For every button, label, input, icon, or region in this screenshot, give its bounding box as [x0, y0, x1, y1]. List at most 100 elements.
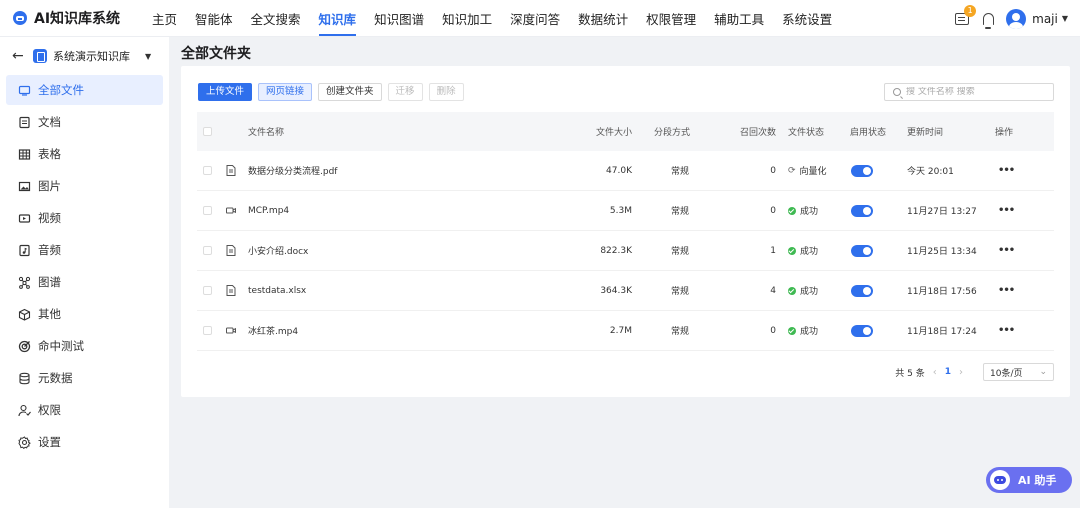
file-name[interactable]: MCP.mp4 — [248, 191, 289, 230]
vectorizing-icon: ⟳ — [788, 165, 796, 176]
next-page-icon[interactable]: › — [959, 367, 963, 378]
pagination: 共 5 条 ‹ 1 › 10条/页 ⌄ — [895, 363, 1054, 381]
video-icon — [18, 212, 31, 225]
table-row[interactable]: 小安介绍.docx 822.3K 常规 1 成功 11月25日 13:34 ••• — [197, 231, 1054, 271]
file-name[interactable]: 小安介绍.docx — [248, 231, 308, 270]
enable-toggle[interactable] — [851, 164, 873, 177]
more-actions-icon[interactable]: ••• — [998, 191, 1015, 230]
robot-logo-icon — [13, 11, 27, 25]
ai-assistant-button[interactable]: AI 助手 — [986, 467, 1072, 493]
split-mode: 常规 — [671, 247, 690, 257]
nav-item-2[interactable]: 全文搜索 — [242, 0, 310, 37]
recall-count: 0 — [770, 205, 776, 216]
col-name[interactable]: 文件名称 — [248, 112, 284, 151]
updated-time: 11月25日 13:34 — [907, 247, 977, 257]
sidebar-item-1[interactable]: 文档 — [6, 107, 163, 137]
search-box[interactable] — [884, 83, 1054, 101]
sidebar-item-7[interactable]: 其他 — [6, 299, 163, 329]
web-link-button[interactable]: 网页链接 — [258, 83, 313, 101]
row-checkbox[interactable] — [203, 286, 212, 295]
select-all-checkbox[interactable] — [203, 127, 212, 136]
move-button[interactable]: 迁移 — [387, 83, 423, 101]
more-actions-icon[interactable]: ••• — [998, 151, 1015, 190]
more-actions-icon[interactable]: ••• — [998, 271, 1015, 310]
nav-item-9[interactable]: 辅助工具 — [705, 0, 773, 37]
header-actions: 1 maji ▼ — [955, 0, 1068, 37]
more-actions-icon[interactable]: ••• — [998, 311, 1015, 350]
document-icon — [226, 231, 236, 270]
document-icon — [18, 116, 31, 129]
table-row[interactable]: 冰红茶.mp4 2.7M 常规 0 成功 11月18日 17:24 ••• — [197, 311, 1054, 351]
message-icon[interactable]: 1 — [955, 4, 977, 25]
success-icon — [788, 246, 796, 255]
sidebar-item-label: 全部文件 — [38, 83, 84, 97]
nav-item-1[interactable]: 智能体 — [186, 0, 242, 37]
username[interactable]: maji — [1032, 12, 1058, 26]
current-page[interactable]: 1 — [945, 367, 951, 377]
user-menu-caret-icon[interactable]: ▼ — [1062, 14, 1068, 23]
nav-item-6[interactable]: 深度问答 — [501, 0, 569, 37]
sidebar-item-0[interactable]: 全部文件 — [6, 75, 163, 105]
sidebar-item-label: 视频 — [38, 211, 61, 225]
recall-count: 4 — [770, 285, 776, 296]
sidebar-item-11[interactable]: 设置 — [6, 427, 163, 457]
knowledge-base-icon — [33, 49, 47, 63]
recall-count: 1 — [770, 245, 776, 256]
col-recall[interactable]: 召回次数 — [717, 112, 776, 151]
app-logo[interactable]: AI知识库系统 — [13, 8, 143, 28]
sidebar-item-8[interactable]: 命中测试 — [6, 331, 163, 361]
table-row[interactable]: testdata.xlsx 364.3K 常规 4 成功 11月18日 17:56 ••• — [197, 271, 1054, 311]
file-status: 成功 — [788, 311, 818, 350]
gear-icon — [18, 435, 31, 449]
row-checkbox[interactable] — [203, 206, 212, 215]
sidebar-item-5[interactable]: 音频 — [6, 235, 163, 265]
search-input[interactable] — [906, 87, 1046, 97]
nav-item-4[interactable]: 知识图谱 — [365, 0, 433, 37]
enable-toggle[interactable] — [851, 244, 873, 257]
sidebar-item-10[interactable]: 权限 — [6, 395, 163, 425]
col-updated[interactable]: 更新时间 — [907, 112, 943, 151]
table-row[interactable]: MCP.mp4 5.3M 常规 0 成功 11月27日 13:27 ••• — [197, 191, 1054, 231]
nav-item-8[interactable]: 权限管理 — [637, 0, 705, 37]
chevron-down-icon[interactable]: ▼ — [145, 52, 151, 61]
nav-item-7[interactable]: 数据统计 — [569, 0, 637, 37]
nav-item-10[interactable]: 系统设置 — [773, 0, 841, 37]
sidebar-item-2[interactable]: 表格 — [6, 139, 163, 169]
sidebar-menu: 全部文件文档 表格图片视频音频 图谱 其他 命中测试 元数据 权限 设置 — [0, 75, 169, 457]
table-row[interactable]: 数据分级分类流程.pdf 47.0K 常规 0 ⟳ 向量化 今天 20:01 ••• — [197, 151, 1054, 191]
sidebar-item-6[interactable]: 图谱 — [6, 267, 163, 297]
file-size: 47.0K — [606, 165, 632, 176]
nav-item-0[interactable]: 主页 — [143, 0, 186, 37]
file-table: 文件名称 文件大小 分段方式 召回次数 文件状态 启用状态 更新时间 操作 数据… — [197, 112, 1054, 351]
enable-toggle[interactable] — [851, 284, 873, 297]
file-status: 成功 — [788, 191, 818, 230]
sidebar-item-4[interactable]: 视频 — [6, 203, 163, 233]
pagination-total: 共 5 条 — [895, 368, 925, 379]
nav-item-3[interactable]: 知识库 — [310, 0, 366, 37]
delete-button[interactable]: 删除 — [428, 83, 464, 101]
sidebar-item-3[interactable]: 图片 — [6, 171, 163, 201]
page-size-select[interactable]: 10条/页 ⌄ — [983, 363, 1054, 381]
row-checkbox[interactable] — [203, 326, 212, 335]
enable-toggle[interactable] — [851, 204, 873, 217]
row-checkbox[interactable] — [203, 246, 212, 255]
row-checkbox[interactable] — [203, 166, 212, 175]
bell-icon[interactable] — [983, 12, 995, 29]
kb-selector[interactable]: ← 系统演示知识库 ▼ — [0, 37, 169, 75]
back-arrow-icon[interactable]: ← — [12, 48, 30, 64]
file-name[interactable]: 数据分级分类流程.pdf — [248, 151, 337, 190]
avatar[interactable] — [1006, 8, 1027, 29]
col-size[interactable]: 文件大小 — [577, 112, 632, 151]
updated-time: 今天 20:01 — [907, 167, 954, 177]
sidebar-item-9[interactable]: 元数据 — [6, 363, 163, 393]
create-folder-button[interactable]: 创建文件夹 — [318, 83, 382, 101]
sidebar-item-label: 图片 — [38, 179, 61, 193]
page-size-value: 10条/页 — [990, 368, 1023, 379]
file-name[interactable]: testdata.xlsx — [248, 271, 306, 310]
upload-button[interactable]: 上传文件 — [198, 83, 253, 101]
more-actions-icon[interactable]: ••• — [998, 231, 1015, 270]
file-name[interactable]: 冰红茶.mp4 — [248, 311, 298, 350]
enable-toggle[interactable] — [851, 324, 873, 337]
nav-item-5[interactable]: 知识加工 — [433, 0, 501, 37]
prev-page-icon[interactable]: ‹ — [933, 367, 937, 378]
